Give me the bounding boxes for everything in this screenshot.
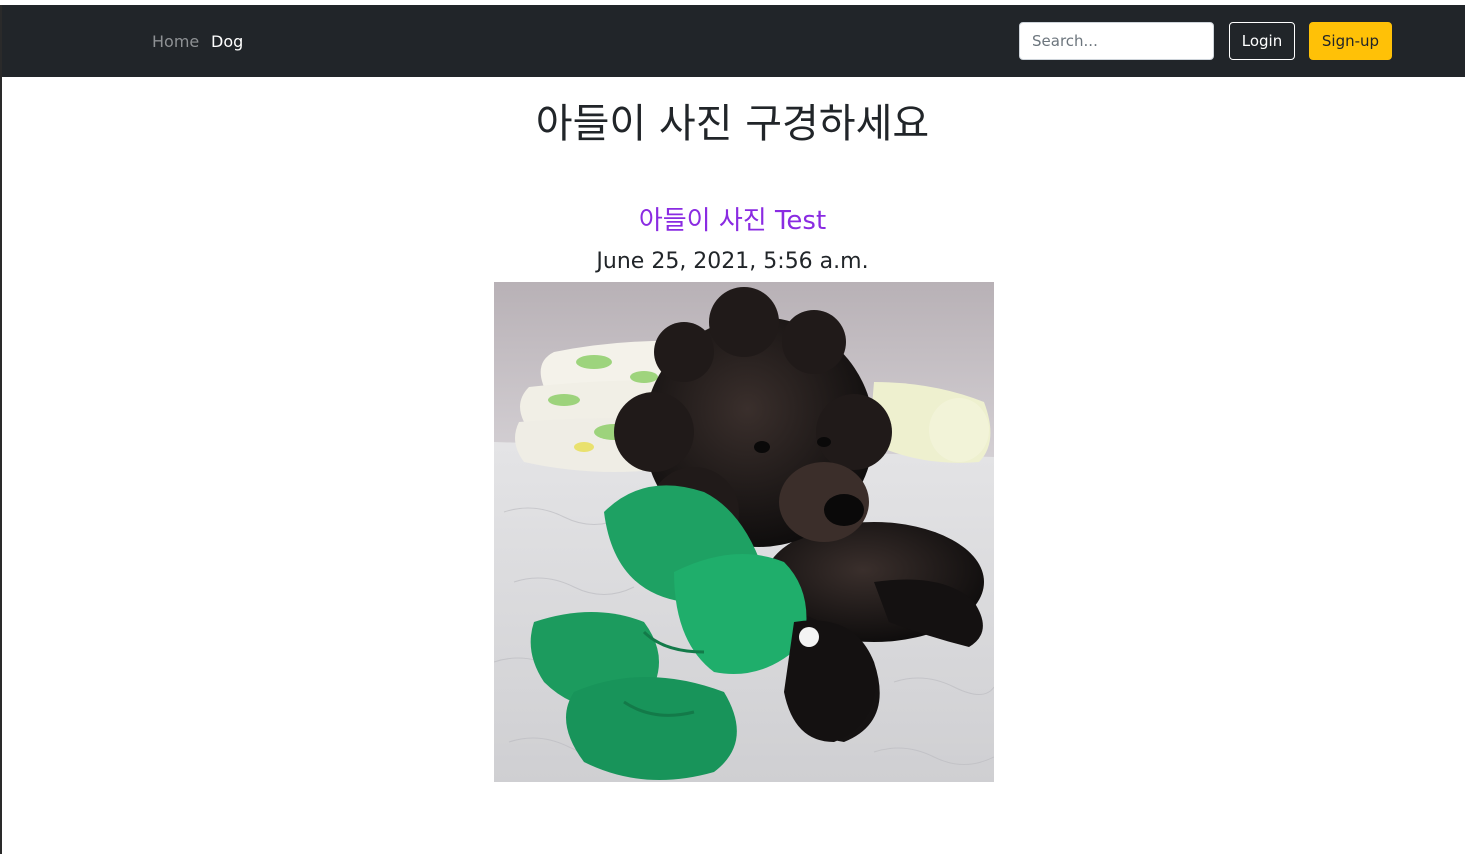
- post-photo: [494, 282, 994, 782]
- nav-link-home[interactable]: Home: [152, 32, 199, 52]
- navbar: Home Dog Login Sign-up: [2, 5, 1465, 77]
- page-title: 아들이 사진 구경하세요: [535, 101, 930, 147]
- post-title-link[interactable]: 아들이 사진 Test: [0, 203, 1465, 239]
- signup-button[interactable]: Sign-up: [1309, 22, 1392, 60]
- post-date: June 25, 2021, 5:56 a.m.: [596, 249, 869, 274]
- login-button[interactable]: Login: [1229, 22, 1295, 60]
- dog-photo-illustration: [494, 282, 994, 782]
- nav-link-dog[interactable]: Dog: [211, 32, 243, 52]
- search-input[interactable]: [1019, 22, 1214, 60]
